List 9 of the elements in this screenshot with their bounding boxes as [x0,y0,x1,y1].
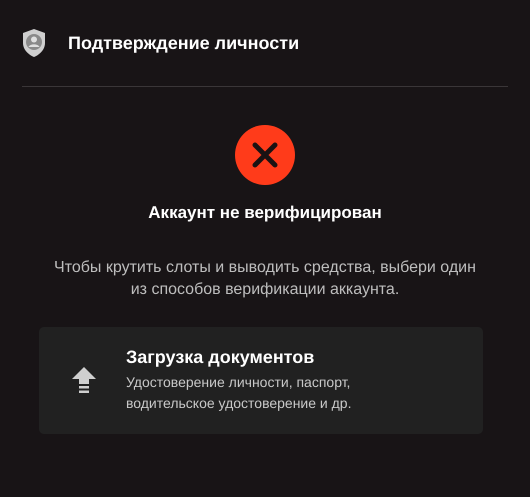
method-description: Удостоверение личности, паспорт, водительское удостоверение и др. [126,373,352,413]
status-description: Чтобы крутить слоты и выводить средства, выбери один из способов верификации аккаунта. [53,258,477,300]
method-title: Загрузка документов [126,347,316,368]
error-icon [235,125,295,185]
shield-user-icon [22,28,46,58]
upload-icon [72,366,96,394]
page-title: Подтверждение личности [68,32,300,54]
status-title: Аккаунт не верифицирован [148,203,382,223]
upload-documents-card[interactable]: Загрузка документов Удостоверение личности, паспорт, водительское удостоверение и др. [39,327,483,434]
